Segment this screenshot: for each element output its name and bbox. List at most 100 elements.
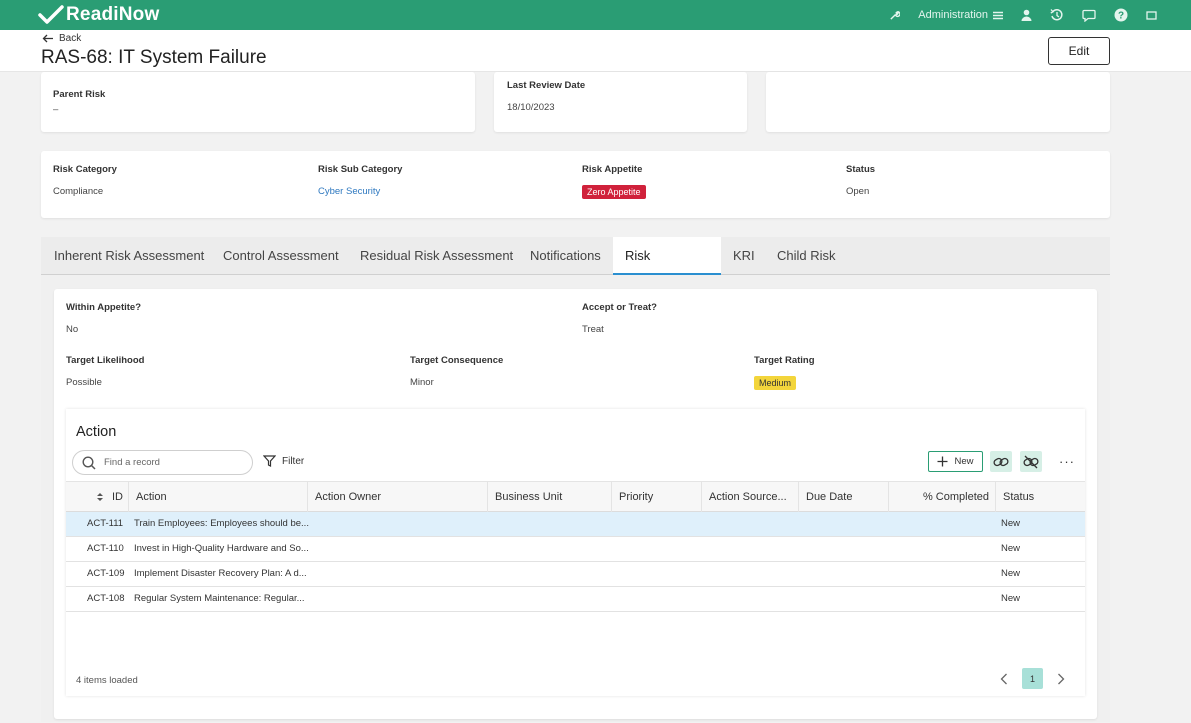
wrench-icon[interactable] (889, 10, 901, 21)
app-name: ReadiNow (66, 4, 160, 25)
row-status: New (1001, 568, 1021, 579)
last-review-card: Last Review Date 18/10/2023 (494, 72, 747, 132)
chevron-left-icon[interactable] (1000, 673, 1008, 685)
arrow-left-icon (42, 34, 53, 43)
action-title: Action (76, 424, 117, 440)
risk-category-value: Compliance (53, 186, 104, 197)
target-rating-label: Target Rating (754, 355, 815, 366)
risk-summary-card: Risk Category Compliance Risk Sub Catego… (41, 151, 1110, 218)
status-value: Open (846, 186, 870, 197)
tab-residual-risk-assessment[interactable]: Residual Risk Assessment (348, 237, 525, 275)
unlink-button[interactable] (1020, 451, 1042, 472)
risk-appetite-label: Risk Appetite (582, 164, 643, 175)
search-icon (82, 455, 96, 470)
target-rating-badge: Medium (754, 376, 797, 390)
administration-menu[interactable]: Administration (918, 9, 1003, 21)
column-header-due-date[interactable]: Due Date (799, 482, 889, 512)
tab-control-assessment[interactable]: Control Assessment (211, 237, 351, 275)
history-icon[interactable] (1050, 8, 1064, 22)
fullscreen-icon[interactable] (1146, 10, 1157, 20)
tab-kri[interactable]: KRI (721, 237, 767, 275)
unlink-icon (1023, 455, 1039, 468)
row-action: Regular System Maintenance: Regular... (134, 593, 305, 604)
check-logo-icon (38, 5, 64, 24)
back-label: Back (59, 33, 82, 44)
row-status: New (1001, 518, 1021, 529)
accept-treat-value: Treat (582, 324, 604, 335)
table-row[interactable]: ACT-111 Train Employees: Employees shoul… (66, 512, 1085, 537)
app-logo[interactable]: ReadiNow (38, 4, 159, 26)
row-status: New (1001, 543, 1021, 554)
parent-risk-card: Parent Risk – (41, 72, 475, 132)
column-header-action[interactable]: Action (129, 482, 308, 512)
tab-bar: Inherent Risk Assessment Control Assessm… (41, 237, 1110, 301)
row-action: Implement Disaster Recovery Plan: A d... (134, 568, 307, 579)
menu-icon (993, 11, 1003, 19)
tab-risk-treatment[interactable]: Risk Treatment (613, 237, 721, 301)
within-appetite-value: No (66, 324, 79, 335)
tab-inherent-risk-assessment[interactable]: Inherent Risk Assessment (42, 237, 216, 275)
page-header: Back RAS-68: IT System Failure Edit (0, 30, 1191, 72)
target-consequence-label: Target Consequence (410, 355, 504, 366)
edit-button[interactable]: Edit (1048, 37, 1110, 65)
target-likelihood-label: Target Likelihood (66, 355, 145, 366)
row-id: ACT-109 (87, 568, 125, 579)
column-header-business-unit[interactable]: Business Unit (488, 482, 612, 512)
target-likelihood-value: Possible (66, 377, 102, 388)
risk-treatment-panel: Within Appetite? No Accept or Treat? Tre… (54, 289, 1097, 719)
search-box[interactable] (72, 450, 253, 475)
table-row[interactable]: ACT-109 Implement Disaster Recovery Plan… (66, 562, 1085, 587)
tab-child-risk[interactable]: Child Risk (765, 237, 848, 275)
more-options-button[interactable]: ··· (1059, 454, 1075, 469)
filter-button[interactable]: Filter (263, 455, 304, 467)
row-action: Train Employees: Employees should be... (134, 518, 309, 529)
back-link[interactable]: Back (42, 33, 81, 44)
top-nav-bar: ReadiNow Administration ? (0, 0, 1191, 30)
column-header-id[interactable]: ID (66, 482, 129, 512)
link-button[interactable] (990, 451, 1012, 472)
search-input[interactable] (104, 457, 244, 468)
risk-category-label: Risk Category (53, 164, 117, 175)
items-loaded-count: 4 items loaded (76, 675, 138, 686)
filter-label: Filter (282, 455, 305, 467)
column-header-status[interactable]: Status (996, 482, 1085, 512)
within-appetite-label: Within Appetite? (66, 302, 142, 313)
plus-icon (937, 456, 948, 467)
svg-text:?: ? (1118, 11, 1124, 22)
help-icon[interactable]: ? (1114, 8, 1128, 22)
page-number-button[interactable]: 1 (1022, 668, 1043, 689)
action-table: ID Action Action Owner Business Unit Pri… (66, 481, 1085, 612)
risk-sub-category-link[interactable]: Cyber Security (318, 186, 380, 197)
accept-treat-label: Accept or Treat? (582, 302, 657, 313)
sort-icon (97, 493, 103, 501)
tabs-container: Inherent Risk Assessment Control Assessm… (41, 237, 1110, 722)
chevron-right-icon[interactable] (1057, 673, 1065, 685)
pagination: 1 (1000, 668, 1065, 689)
risk-appetite-badge: Zero Appetite (582, 185, 646, 199)
row-id: ACT-108 (87, 593, 125, 604)
column-header-percent-completed[interactable]: % Completed (889, 482, 996, 512)
table-header: ID Action Action Owner Business Unit Pri… (66, 481, 1085, 512)
table-row[interactable]: ACT-110 Invest in High-Quality Hardware … (66, 537, 1085, 562)
administration-label: Administration (918, 9, 988, 21)
page-title: RAS-68: IT System Failure (41, 47, 267, 68)
new-label: New (954, 456, 974, 467)
new-button[interactable]: New (928, 451, 983, 472)
risk-sub-category-label: Risk Sub Category (318, 164, 403, 175)
column-header-priority[interactable]: Priority (612, 482, 702, 512)
tab-notifications[interactable]: Notifications (518, 237, 613, 275)
column-header-action-source[interactable]: Action Source... (702, 482, 799, 512)
user-icon[interactable] (1021, 9, 1032, 21)
last-review-value: 18/10/2023 (507, 102, 555, 113)
table-row[interactable]: ACT-108 Regular System Maintenance: Regu… (66, 587, 1085, 612)
chat-icon[interactable] (1082, 9, 1096, 22)
status-label: Status (846, 164, 876, 175)
empty-summary-card (766, 72, 1110, 132)
last-review-label: Last Review Date (507, 80, 586, 91)
parent-risk-value: – (53, 104, 59, 115)
row-action: Invest in High-Quality Hardware and So..… (134, 543, 309, 554)
action-grid: Action Filter New ··· (66, 409, 1085, 696)
column-header-action-owner[interactable]: Action Owner (308, 482, 488, 512)
target-consequence-value: Minor (410, 377, 434, 388)
parent-risk-label: Parent Risk (53, 89, 106, 100)
